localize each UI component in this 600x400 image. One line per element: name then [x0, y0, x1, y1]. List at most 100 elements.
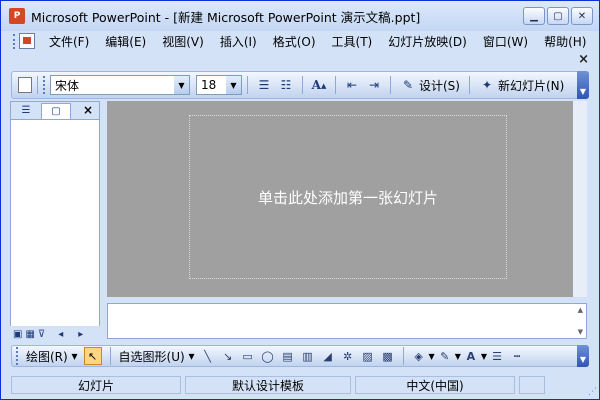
powerpoint-window: P Microsoft PowerPoint - [新建 Microsoft P…	[0, 0, 600, 400]
window-title: Microsoft PowerPoint - [新建 Microsoft Pow…	[31, 9, 421, 25]
toolbar-options-button[interactable]: ▼	[577, 71, 589, 99]
menu-edit[interactable]: 编辑(E)	[97, 33, 154, 50]
scroll-left-icon[interactable]: ◂	[58, 329, 63, 340]
menu-slideshow[interactable]: 幻灯片放映(D)	[380, 33, 475, 50]
outline-slides-pane: ☰ ▢ ×	[10, 101, 100, 341]
design-button[interactable]: ✎ 设计(S)	[400, 77, 460, 94]
font-name-value: 宋体	[55, 78, 80, 93]
normal-view-icon[interactable]: ▣	[13, 329, 22, 340]
tab-slides[interactable]: ▢	[41, 102, 71, 119]
pane-close-icon[interactable]: ×	[83, 103, 93, 117]
status-empty-cell	[519, 376, 545, 394]
chevron-down-icon[interactable]: ▼	[226, 76, 241, 94]
new-slide-icon: ✦	[481, 78, 493, 92]
title-bar: P Microsoft PowerPoint - [新建 Microsoft P…	[1, 1, 599, 31]
toolbar-grip[interactable]	[43, 76, 46, 94]
toolbar-separator	[335, 76, 336, 94]
maximize-button[interactable]: ▢	[547, 7, 569, 25]
arrow-icon[interactable]: ↘	[220, 348, 236, 364]
new-slide-label: 新幻灯片(N)	[497, 78, 565, 93]
scroll-up-icon[interactable]: ▲	[578, 306, 583, 314]
font-color-icon[interactable]: A	[463, 348, 479, 364]
tab-outline[interactable]: ☰	[11, 103, 41, 119]
slideshow-view-icon[interactable]: ⊽	[38, 329, 45, 340]
new-slide-button[interactable]: ✦ 新幻灯片(N)	[479, 77, 564, 94]
formatting-toolbar: 宋体 ▼ 18 ▼ ☰ ☷ A ▲ ⇤ ⇥ ✎ 设计(S) ✦ 新幻灯片(N) ▼	[11, 71, 589, 99]
minimize-button[interactable]: ▁	[523, 7, 545, 25]
window-controls: ▁ ▢ ✕	[523, 7, 593, 25]
toolbar-separator	[37, 76, 38, 94]
toolbar-separator	[109, 347, 111, 365]
status-design-template: 默认设计模板	[185, 376, 351, 394]
select-objects-icon[interactable]: ↖	[83, 347, 102, 365]
slide-placeholder[interactable]: 单击此处添加第一张幻灯片	[189, 115, 507, 279]
wordart-icon[interactable]: ◢	[320, 348, 336, 364]
menu-view[interactable]: 视图(V)	[154, 33, 212, 50]
toolbar-separator	[390, 76, 391, 94]
text-box-icon[interactable]: ▤	[280, 348, 296, 364]
drawing-toolbar: 绘图(R) ▾ ↖ 自选图形(U) ▾ ╲ ↘ ▭ ◯ ▤ ▥ ◢ ✲ ▨ ▩ …	[11, 345, 589, 367]
status-language: 中文(中国)	[355, 376, 515, 394]
menu-window[interactable]: 窗口(W)	[475, 33, 536, 50]
document-close-icon[interactable]: ×	[578, 52, 589, 67]
draw-menu-label: 绘图(R)	[26, 349, 68, 364]
design-label: 设计(S)	[419, 78, 460, 93]
chevron-down-icon[interactable]: ▼	[481, 352, 487, 361]
chevron-down-icon[interactable]: ▼	[174, 76, 189, 94]
slide-sorter-view-icon[interactable]: ▦	[25, 329, 34, 340]
bullet-list-icon[interactable]: ☷	[278, 77, 294, 93]
new-document-icon[interactable]	[18, 77, 32, 93]
close-button[interactable]: ✕	[571, 7, 593, 25]
line-style-icon[interactable]: ☰	[489, 348, 505, 364]
line-color-icon[interactable]: ✎	[437, 348, 453, 364]
design-icon: ✎	[402, 78, 414, 92]
pane-tabs: ☰ ▢ ×	[11, 102, 99, 120]
view-buttons: ▣ ▦ ⊽ ◂ ▸	[10, 326, 100, 342]
line-icon[interactable]: ╲	[200, 348, 216, 364]
scroll-down-icon[interactable]: ▼	[578, 328, 583, 336]
toolbar-separator	[468, 76, 470, 94]
menu-format[interactable]: 格式(O)	[265, 33, 324, 50]
draw-menu-button[interactable]: 绘图(R) ▾	[26, 348, 78, 365]
menu-grip[interactable]	[13, 34, 16, 49]
font-name-select[interactable]: 宋体 ▼	[50, 75, 190, 95]
autoshapes-label: 自选图形(U)	[118, 349, 185, 364]
status-bar: 幻灯片 默认设计模板 中文(中国) ⋰	[1, 371, 599, 399]
menu-insert[interactable]: 插入(I)	[212, 33, 265, 50]
oval-icon[interactable]: ◯	[260, 348, 276, 364]
vertical-text-box-icon[interactable]: ▥	[300, 348, 316, 364]
scroll-right-icon[interactable]: ▸	[78, 329, 83, 340]
increase-indent-icon[interactable]: ⇥	[366, 77, 382, 93]
chevron-down-icon[interactable]: ▼	[429, 352, 435, 361]
increase-font-size-icon[interactable]: A ▲	[311, 77, 327, 93]
numbered-list-icon[interactable]: ☰	[256, 77, 272, 93]
picture-icon[interactable]: ▩	[380, 348, 396, 364]
status-slide: 幻灯片	[11, 376, 181, 394]
dash-style-icon[interactable]: ┅	[509, 348, 525, 364]
document-icon[interactable]	[19, 33, 35, 49]
toolbar-grip[interactable]	[16, 347, 19, 365]
toolbar-separator	[302, 76, 303, 94]
autoshapes-button[interactable]: 自选图形(U) ▾	[119, 348, 195, 365]
toolbar-options-button[interactable]: ▼	[577, 345, 589, 367]
decrease-indent-icon[interactable]: ⇤	[344, 77, 360, 93]
menu-help[interactable]: 帮助(H)	[536, 33, 594, 50]
toolbar-separator	[247, 76, 248, 94]
clip-art-icon[interactable]: ▨	[360, 348, 376, 364]
chevron-down-icon[interactable]: ▼	[455, 352, 461, 361]
resize-grip-icon[interactable]: ⋰	[588, 387, 597, 397]
notes-pane[interactable]: ▲ ▼	[107, 303, 587, 339]
toolbar-separator	[402, 347, 404, 365]
fill-color-icon[interactable]: ◈	[411, 348, 427, 364]
powerpoint-icon[interactable]: P	[9, 8, 25, 24]
diagram-icon[interactable]: ✲	[340, 348, 356, 364]
menu-tools[interactable]: 工具(T)	[324, 33, 381, 50]
slide-editing-area[interactable]: 单击此处添加第一张幻灯片	[107, 101, 587, 297]
menu-file[interactable]: 文件(F)	[41, 33, 97, 50]
rectangle-icon[interactable]: ▭	[240, 348, 256, 364]
menu-bar: 文件(F) 编辑(E) 视图(V) 插入(I) 格式(O) 工具(T) 幻灯片放…	[1, 31, 599, 51]
font-size-select[interactable]: 18 ▼	[196, 75, 242, 95]
font-size-value: 18	[201, 78, 217, 92]
vertical-scrollbar[interactable]	[573, 101, 587, 297]
placeholder-text: 单击此处添加第一张幻灯片	[257, 188, 438, 207]
